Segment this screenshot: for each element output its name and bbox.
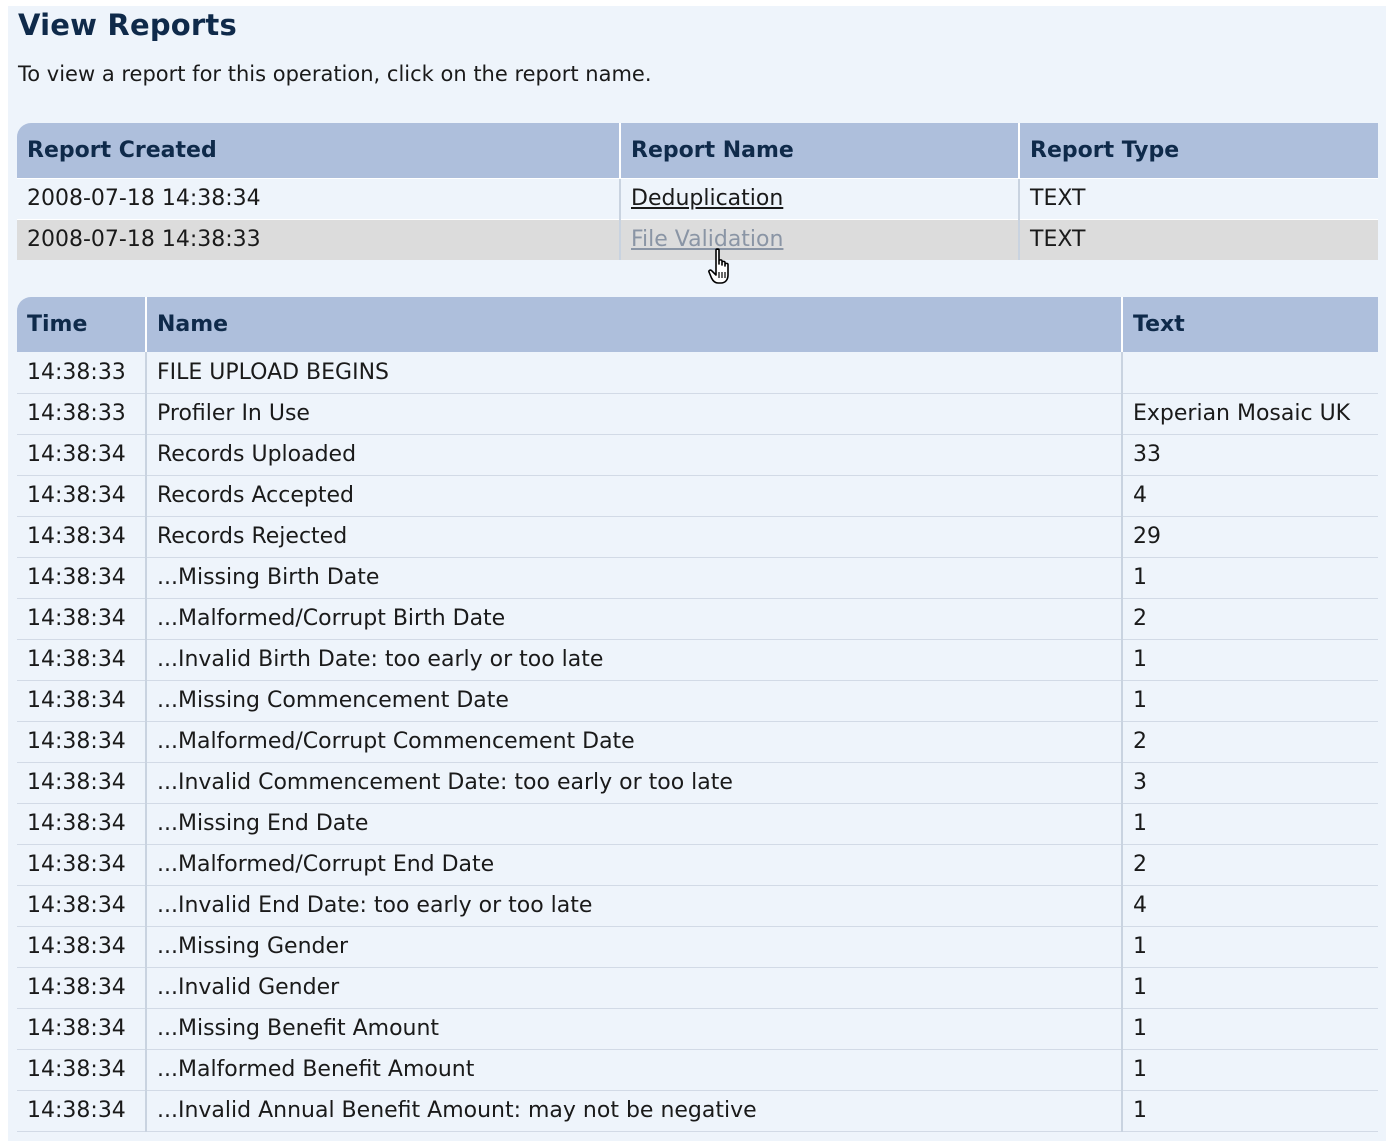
column-header-report-name[interactable]: Report Name [619,123,1019,178]
log-time-cell: 14:38:34 [17,885,146,927]
log-time-cell: 14:38:34 [17,557,146,599]
log-name-cell: ...Missing Benefit Amount [145,1008,1122,1050]
log-time-cell: 14:38:34 [17,967,146,1009]
log-text-cell: 1 [1121,1049,1378,1091]
column-header-report-type[interactable]: Report Type [1018,123,1378,178]
log-time-cell: 14:38:34 [17,1008,146,1050]
log-time-cell: 14:38:34 [17,721,146,763]
report-type-cell: TEXT [1018,177,1378,219]
column-header-report-created[interactable]: Report Created [17,123,620,178]
log-text-cell: 2 [1121,721,1378,763]
log-text-cell: 1 [1121,1008,1378,1050]
report-row-file-validation: 2008-07-18 14:38:33 File Validation TEXT [17,218,1378,260]
log-time-cell: 14:38:34 [17,844,146,886]
log-name-cell: ...Invalid Annual Benefit Amount: may no… [145,1090,1122,1132]
log-header-row: Time Name Text [17,297,1378,352]
log-row: 14:38:34 ...Missing Gender 1 [17,926,1378,968]
report-created-cell: 2008-07-18 14:38:33 [17,218,620,260]
report-type-cell: TEXT [1018,218,1378,260]
log-text-cell: 4 [1121,885,1378,927]
log-name-cell: FILE UPLOAD BEGINS [145,352,1122,394]
reports-header-row: Report Created Report Name Report Type [17,123,1378,178]
log-row: 14:38:34 Records Uploaded 33 [17,434,1378,476]
log-text-cell: 2 [1121,598,1378,640]
log-time-cell: 14:38:33 [17,393,146,435]
log-time-cell: 14:38:34 [17,598,146,640]
log-text-cell: 1 [1121,803,1378,845]
log-time-cell: 14:38:34 [17,434,146,476]
log-text-cell [1121,352,1378,394]
log-time-cell: 14:38:34 [17,762,146,804]
log-row: 14:38:34 ...Malformed/Corrupt Commencemen… [17,721,1378,763]
log-row: 14:38:34 ...Missing Benefit Amount 1 [17,1008,1378,1050]
column-header-text[interactable]: Text [1121,297,1378,352]
log-row: 14:38:34 ...Malformed Benefit Amount 1 [17,1049,1378,1091]
log-time-cell: 14:38:34 [17,680,146,722]
log-name-cell: ...Invalid Commencement Date: too early … [145,762,1122,804]
log-name-cell: ...Missing Commencement Date [145,680,1122,722]
intro-text: To view a report for this operation, cli… [18,62,652,86]
log-text-cell: 1 [1121,1090,1378,1132]
log-name-cell: ...Malformed/Corrupt Commencement Date [145,721,1122,763]
log-name-cell: ...Malformed/Corrupt Birth Date [145,598,1122,640]
log-time-cell: 14:38:34 [17,926,146,968]
log-time-cell: 14:38:34 [17,803,146,845]
log-text-cell: 3 [1121,762,1378,804]
report-log-table: Time Name Text 14:38:33 FILE UPLOAD BEGIN… [17,297,1378,1132]
log-text-cell: 33 [1121,434,1378,476]
log-text-cell: 1 [1121,557,1378,599]
log-name-cell: ...Malformed Benefit Amount [145,1049,1122,1091]
log-row: 14:38:34 Records Rejected 29 [17,516,1378,558]
log-text-cell: 4 [1121,475,1378,517]
log-text-cell: Experian Mosaic UK [1121,393,1378,435]
log-row: 14:38:34 ...Invalid Gender 1 [17,967,1378,1009]
log-name-cell: ...Invalid End Date: too early or too la… [145,885,1122,927]
log-row: 14:38:34 ...Invalid End Date: too early o… [17,885,1378,927]
log-row: 14:38:33 Profiler In Use Experian Mosaic U… [17,393,1378,435]
report-created-cell: 2008-07-18 14:38:34 [17,177,620,219]
report-link-deduplication[interactable]: Deduplication [631,186,783,211]
log-text-cell: 1 [1121,680,1378,722]
log-time-cell: 14:38:34 [17,639,146,681]
log-time-cell: 14:38:33 [17,352,146,394]
report-row-deduplication: 2008-07-18 14:38:34 Deduplication TEXT [17,177,1378,219]
log-time-cell: 14:38:34 [17,475,146,517]
page-title: View Reports [18,8,237,42]
log-name-cell: Profiler In Use [145,393,1122,435]
log-row: 14:38:34 ...Missing End Date 1 [17,803,1378,845]
log-name-cell: ...Invalid Birth Date: too early or too … [145,639,1122,681]
log-row: 14:38:34 ...Malformed/Corrupt End Date 2 [17,844,1378,886]
log-name-cell: ...Missing Birth Date [145,557,1122,599]
log-name-cell: Records Uploaded [145,434,1122,476]
log-row: 14:38:34 Records Accepted 4 [17,475,1378,517]
log-table-body: 14:38:33 FILE UPLOAD BEGINS 14:38:33 Profil… [17,352,1378,1132]
column-header-name[interactable]: Name [145,297,1122,352]
log-text-cell: 2 [1121,844,1378,886]
log-text-cell: 1 [1121,926,1378,968]
log-row: 14:38:34 ...Malformed/Corrupt Birth Date 2 [17,598,1378,640]
log-row: 14:38:34 ...Missing Commencement Date 1 [17,680,1378,722]
log-row: 14:38:34 ...Invalid Annual Benefit Amount… [17,1090,1378,1132]
log-row: 14:38:34 ...Invalid Birth Date: too early… [17,639,1378,681]
log-name-cell: Records Accepted [145,475,1122,517]
report-name-cell: Deduplication [619,177,1019,219]
column-header-time[interactable]: Time [17,297,146,352]
log-name-cell: ...Missing Gender [145,926,1122,968]
report-name-cell: File Validation [619,218,1019,260]
log-text-cell: 1 [1121,639,1378,681]
log-text-cell: 1 [1121,967,1378,1009]
log-name-cell: ...Invalid Gender [145,967,1122,1009]
log-row: 14:38:33 FILE UPLOAD BEGINS [17,352,1378,394]
log-name-cell: ...Malformed/Corrupt End Date [145,844,1122,886]
log-row: 14:38:34 ...Invalid Commencement Date: to… [17,762,1378,804]
log-name-cell: Records Rejected [145,516,1122,558]
log-text-cell: 29 [1121,516,1378,558]
log-row: 14:38:34 ...Missing Birth Date 1 [17,557,1378,599]
log-name-cell: ...Missing End Date [145,803,1122,845]
log-time-cell: 14:38:34 [17,1049,146,1091]
log-time-cell: 14:38:34 [17,1090,146,1132]
report-link-file-validation[interactable]: File Validation [631,227,783,252]
log-time-cell: 14:38:34 [17,516,146,558]
reports-table: Report Created Report Name Report Type 2… [17,123,1378,260]
